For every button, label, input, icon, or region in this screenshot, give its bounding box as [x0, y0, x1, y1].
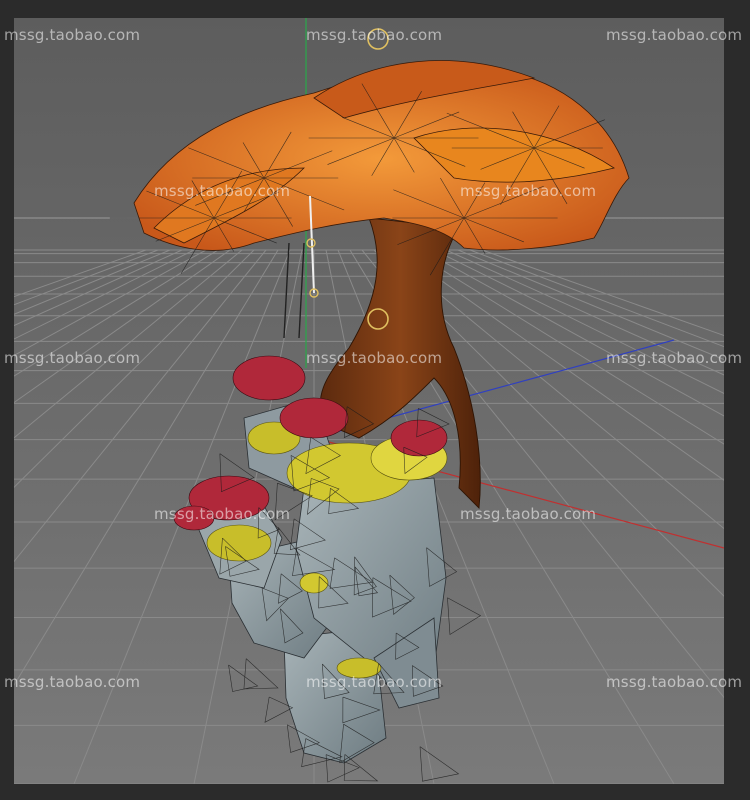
viewport-canvas[interactable]	[14, 18, 724, 784]
3d-viewport[interactable]	[14, 18, 724, 784]
